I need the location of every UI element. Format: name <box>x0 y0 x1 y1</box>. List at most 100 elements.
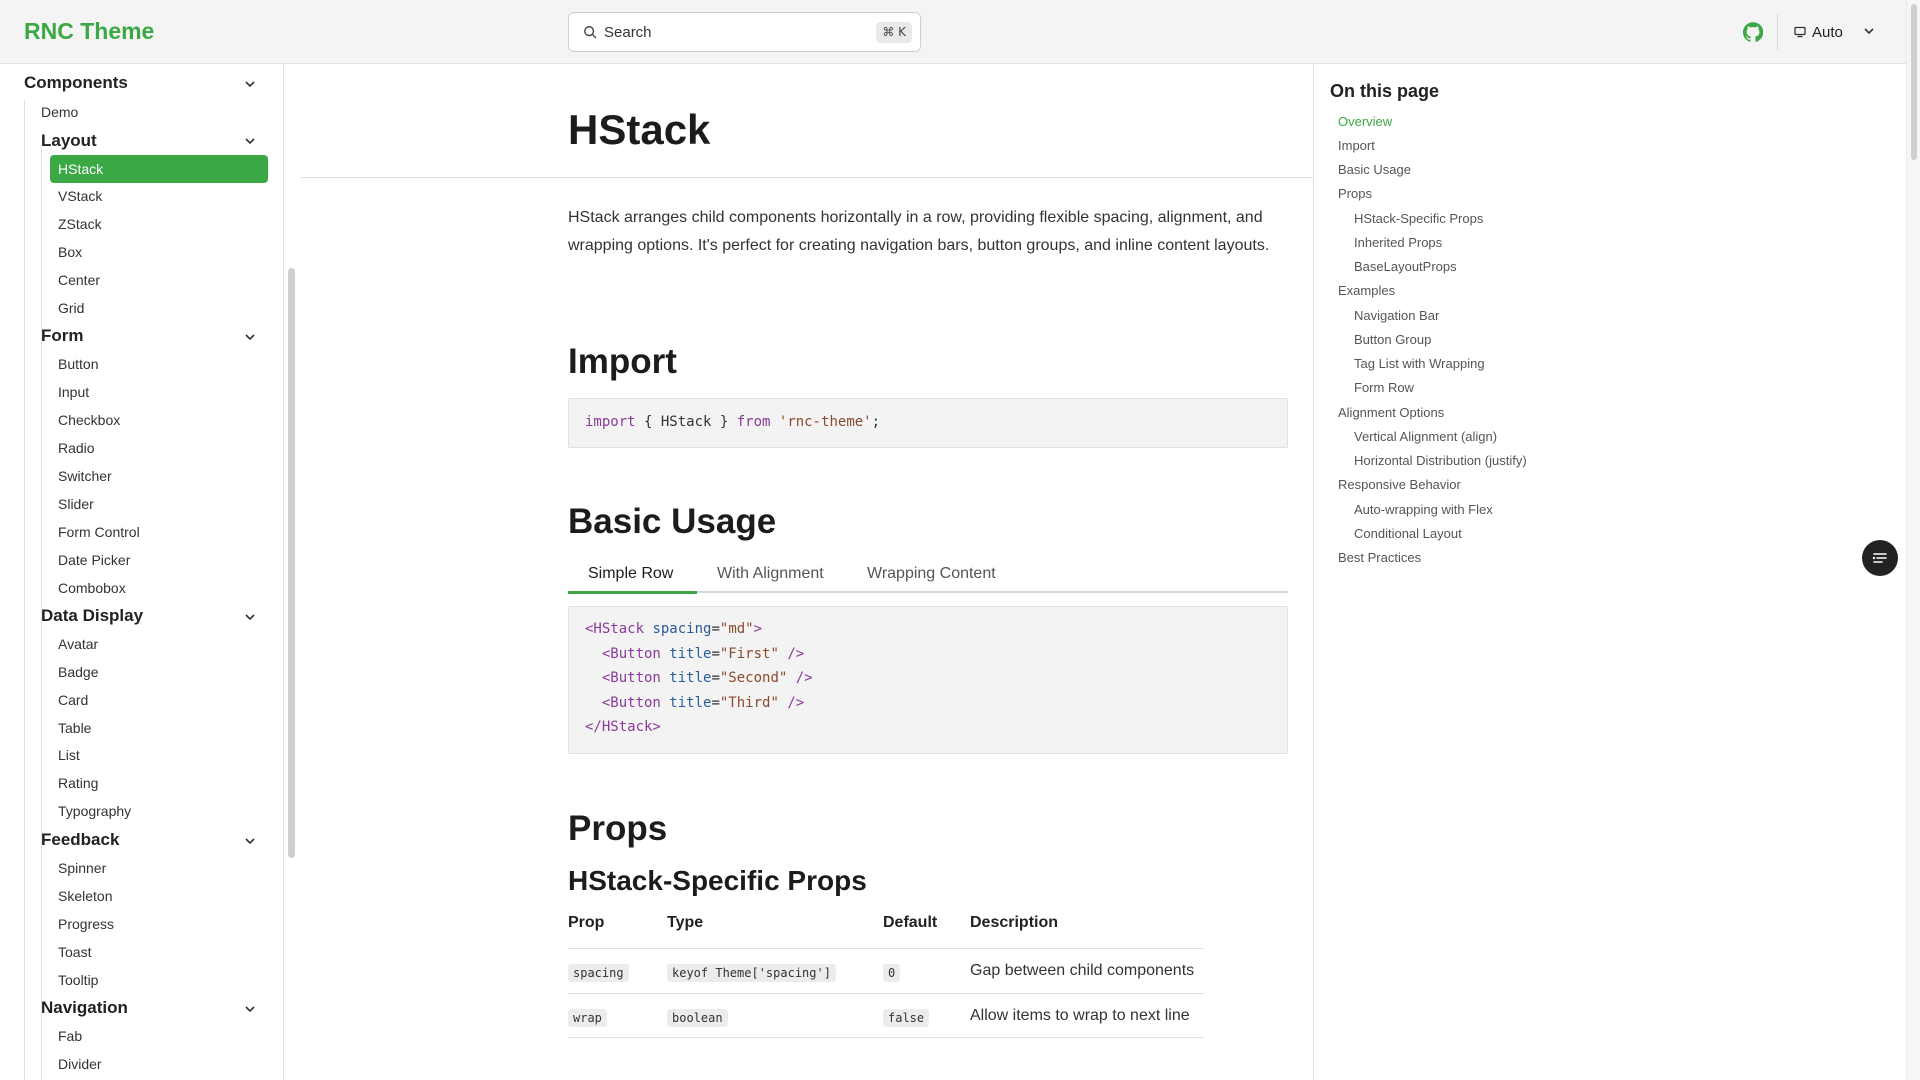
sidebar-item-zstack[interactable]: ZStack <box>58 216 102 232</box>
chevron-down-icon[interactable] <box>243 834 257 848</box>
sidebar-item-badge[interactable]: Badge <box>58 664 98 680</box>
usage-tabs: Simple Row With Alignment Wrapping Conte… <box>568 565 1288 594</box>
code-text: = <box>711 695 720 711</box>
sidebar-item-grid[interactable]: Grid <box>58 300 84 316</box>
page-scrollbar-thumb[interactable] <box>1911 4 1917 160</box>
toc-item-button-group[interactable]: Button Group <box>1354 332 1431 347</box>
toc-toggle-button[interactable] <box>1862 540 1898 576</box>
toc-item-auto-wrapping[interactable]: Auto-wrapping with Flex <box>1354 502 1493 517</box>
sidebar-group-feedback[interactable]: Feedback <box>41 830 119 850</box>
sidebar-item-fab[interactable]: Fab <box>58 1028 82 1044</box>
sidebar-item-card[interactable]: Card <box>58 692 88 708</box>
code-text: = <box>711 646 720 662</box>
code-tag: /> <box>778 695 805 711</box>
sidebar-item-box[interactable]: Box <box>58 244 82 260</box>
chevron-down-icon[interactable] <box>243 1002 257 1016</box>
tab-with-alignment[interactable]: With Alignment <box>717 565 824 593</box>
sidebar-item-input[interactable]: Input <box>58 384 89 400</box>
sidebar-item-list[interactable]: List <box>58 747 80 763</box>
sidebar-item-spinner[interactable]: Spinner <box>58 860 106 876</box>
chevron-down-icon[interactable] <box>1862 24 1876 38</box>
search-input[interactable]: Search ⌘ K <box>568 12 921 52</box>
code-tag: <Button <box>585 646 661 662</box>
intro-paragraph: HStack arranges child components horizon… <box>568 209 1270 254</box>
sidebar-item-table[interactable]: Table <box>58 720 91 736</box>
props-heading: Props <box>568 809 668 848</box>
sidebar-item-vstack[interactable]: VStack <box>58 188 102 204</box>
prop-description: Allow items to wrap to next line <box>970 1007 1190 1024</box>
sidebar-item-rating[interactable]: Rating <box>58 775 98 791</box>
hstack-props-heading: HStack-Specific Props <box>568 865 867 896</box>
chevron-down-icon[interactable] <box>243 330 257 344</box>
sidebar-item-form-control[interactable]: Form Control <box>58 524 140 540</box>
sidebar-group-layout[interactable]: Layout <box>41 131 97 151</box>
chevron-down-icon[interactable] <box>243 77 257 91</box>
search-placeholder: Search <box>604 24 652 41</box>
brand-logo[interactable]: RNC Theme <box>24 18 154 45</box>
github-icon[interactable] <box>1743 22 1763 42</box>
sidebar-item-skeleton[interactable]: Skeleton <box>58 888 112 904</box>
toc-item-import[interactable]: Import <box>1338 138 1375 153</box>
toc-item-inherited-props[interactable]: Inherited Props <box>1354 235 1442 250</box>
sidebar-item-toast[interactable]: Toast <box>58 944 91 960</box>
main-content: HStack HStack arranges child components … <box>300 64 1313 1080</box>
toc-item-responsive-behavior[interactable]: Responsive Behavior <box>1338 477 1461 492</box>
sidebar-nav: Components Demo Layout HStack VStack ZSt… <box>0 64 284 1080</box>
top-header: RNC Theme Search ⌘ K Auto <box>0 0 1906 64</box>
table-header-type: Type <box>667 914 704 931</box>
code-tag: <Button <box>585 670 661 686</box>
code-string: 'rnc-theme' <box>778 414 872 430</box>
page-scrollbar[interactable] <box>1906 0 1920 1080</box>
sidebar-item-button[interactable]: Button <box>58 356 98 372</box>
search-shortcut-badge: ⌘ K <box>876 22 912 43</box>
sidebar-group-navigation[interactable]: Navigation <box>41 998 128 1018</box>
toc-item-examples[interactable]: Examples <box>1338 283 1395 298</box>
toc-item-baselayoutprops[interactable]: BaseLayoutProps <box>1354 259 1457 274</box>
sidebar-item-progress[interactable]: Progress <box>58 916 114 932</box>
theme-toggle[interactable]: Auto <box>1794 20 1843 44</box>
sidebar-item-demo[interactable]: Demo <box>41 104 78 120</box>
theme-label: Auto <box>1812 23 1843 41</box>
sidebar-item-switcher[interactable]: Switcher <box>58 468 112 484</box>
sidebar-item-checkbox[interactable]: Checkbox <box>58 412 120 428</box>
toc-item-props[interactable]: Props <box>1338 186 1372 201</box>
toc-item-best-practices[interactable]: Best Practices <box>1338 550 1421 565</box>
sidebar-group-form[interactable]: Form <box>41 326 84 346</box>
sidebar-item-hstack[interactable]: HStack <box>50 155 268 183</box>
toc-item-horizontal-distribution[interactable]: Horizontal Distribution (justify) <box>1354 453 1527 468</box>
code-tag: <Button <box>585 695 661 711</box>
sidebar-group-data-display[interactable]: Data Display <box>41 606 143 626</box>
tab-wrapping-content[interactable]: Wrapping Content <box>867 565 996 593</box>
tab-simple-row[interactable]: Simple Row <box>588 565 673 593</box>
sidebar-item-tooltip[interactable]: Tooltip <box>58 972 98 988</box>
sidebar-scrollbar[interactable] <box>288 268 295 858</box>
code-tag: </HStack> <box>585 719 661 735</box>
toc-item-tag-list[interactable]: Tag List with Wrapping <box>1354 356 1485 371</box>
toc-item-vertical-alignment[interactable]: Vertical Alignment (align) <box>1354 429 1497 444</box>
sidebar-item-date-picker[interactable]: Date Picker <box>58 552 130 568</box>
toc-item-navigation-bar[interactable]: Navigation Bar <box>1354 308 1439 323</box>
search-icon <box>584 26 597 39</box>
sidebar-item-radio[interactable]: Radio <box>58 440 95 456</box>
toc-item-form-row[interactable]: Form Row <box>1354 380 1414 395</box>
code-line: <HStack spacing="md"> <box>585 621 762 637</box>
sidebar-item-combobox[interactable]: Combobox <box>58 580 126 596</box>
code-attr: spacing <box>644 621 712 637</box>
sidebar-item-avatar[interactable]: Avatar <box>58 636 98 652</box>
toc-item-conditional-layout[interactable]: Conditional Layout <box>1354 526 1462 541</box>
toc-item-hstack-specific-props[interactable]: HStack-Specific Props <box>1354 211 1483 226</box>
chevron-down-icon[interactable] <box>243 610 257 624</box>
table-of-contents: On this page Overview Import Basic Usage… <box>1313 64 1906 1080</box>
code-attr: title <box>660 670 712 686</box>
chevron-down-icon[interactable] <box>243 134 257 148</box>
toc-item-overview[interactable]: Overview <box>1338 114 1392 129</box>
sidebar-group-components[interactable]: Components <box>24 73 128 93</box>
toc-item-basic-usage[interactable]: Basic Usage <box>1338 162 1411 177</box>
code-string: "First" <box>719 646 779 662</box>
toc-item-alignment-options[interactable]: Alignment Options <box>1338 405 1444 420</box>
sidebar-item-slider[interactable]: Slider <box>58 496 94 512</box>
sidebar-item-center[interactable]: Center <box>58 272 100 288</box>
code-line: </HStack> <box>585 719 661 735</box>
sidebar-item-divider[interactable]: Divider <box>58 1056 102 1072</box>
sidebar-item-typography[interactable]: Typography <box>58 803 131 819</box>
